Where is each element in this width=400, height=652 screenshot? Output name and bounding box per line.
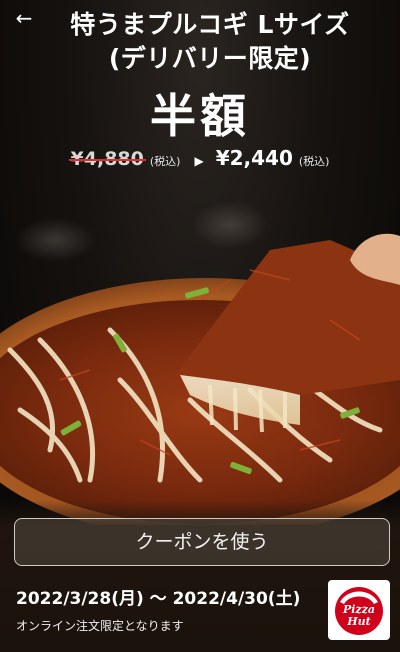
use-coupon-button[interactable]: クーポンを使う [14,518,390,566]
new-price-tax-label: (税込) [298,155,330,168]
promo-screen: ← 特うまプルコギ Lサイズ (デリバリー限定) 半額 ¥4,880 (税込) … [0,0,400,652]
new-price: ¥2,440 [215,146,293,170]
pizza-hut-logo: Pizza Hut [328,580,390,640]
title-line-2: (デリバリー限定) [108,44,312,73]
old-price-tax-label: (税込) [149,155,181,168]
title-line-1: 特うまプルコギ Lサイズ [70,10,350,39]
discount-headline: 半額 [150,89,250,143]
online-only-note: オンライン注文限定となります [16,619,184,633]
price-row: ¥4,880 (税込) ▶ ¥2,440 (税込) [0,146,400,172]
pizza-image [0,201,400,525]
arrow-right-icon: ▶ [194,154,204,168]
validity-period: 2022/3/28(月) 〜 2022/4/30(土) [16,589,301,609]
svg-text:Hut: Hut [346,615,370,628]
back-arrow-icon[interactable]: ← [10,6,38,30]
page-title: 特うまプルコギ Lサイズ (デリバリー限定) [40,8,380,76]
old-price: ¥4,880 [68,148,147,170]
pizza-hut-logo-icon: Pizza Hut [335,587,383,635]
